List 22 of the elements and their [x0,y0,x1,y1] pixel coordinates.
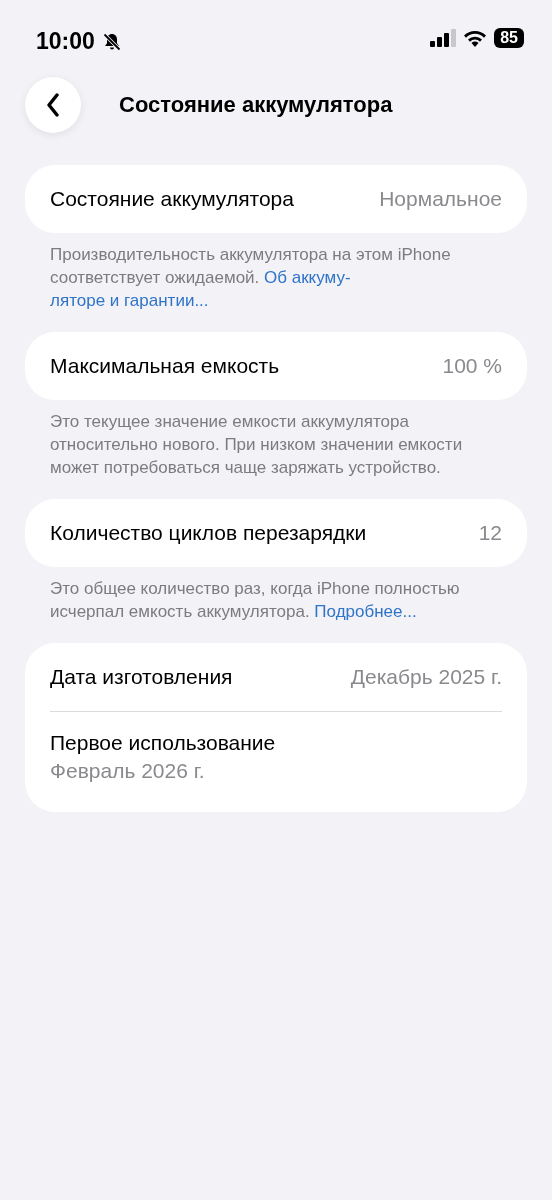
row-label: Дата изготовления [50,665,233,689]
row-label: Количество циклов перезарядки [50,521,367,545]
wifi-icon [463,29,488,47]
row-value: 12 [478,521,502,545]
row-label: Первое использование [50,731,276,755]
row-value: Февраль 2026 г. [50,759,205,783]
status-time: 10:00 [36,28,95,55]
info-link[interactable]: ляторе и гарантии... [50,291,209,310]
info-link[interactable]: Об аккуму- [264,268,351,287]
row-value: Нормальное [379,187,502,211]
info-link[interactable]: Подробнее... [314,602,417,621]
footer-note: Производительность аккумулятора на этом iPhone соответствует ожидаемой. Об аккуму- ляторе и гарантии... [50,244,452,312]
page-title: Состояние аккумулятора [119,92,393,118]
row-value: Декабрь 2025 г. [350,665,502,689]
row-value: 100 % [442,354,502,378]
row-label: Максимальная емкость [50,354,280,378]
footer-note: Это общее количество раз, когда iPhone полностью исчерпал емкость аккумулятора. Подробнее... [50,578,461,623]
battery-indicator: 85 [494,28,524,48]
signal-icon [430,29,457,47]
footer-note: Это текущее значение емкости аккумулятора относительно нового. При низком значении емкости может потребоваться чаще заряжать устройство. [50,411,464,479]
chevron-left-icon [46,93,60,117]
row-label: Состояние аккумулятора [50,187,294,211]
